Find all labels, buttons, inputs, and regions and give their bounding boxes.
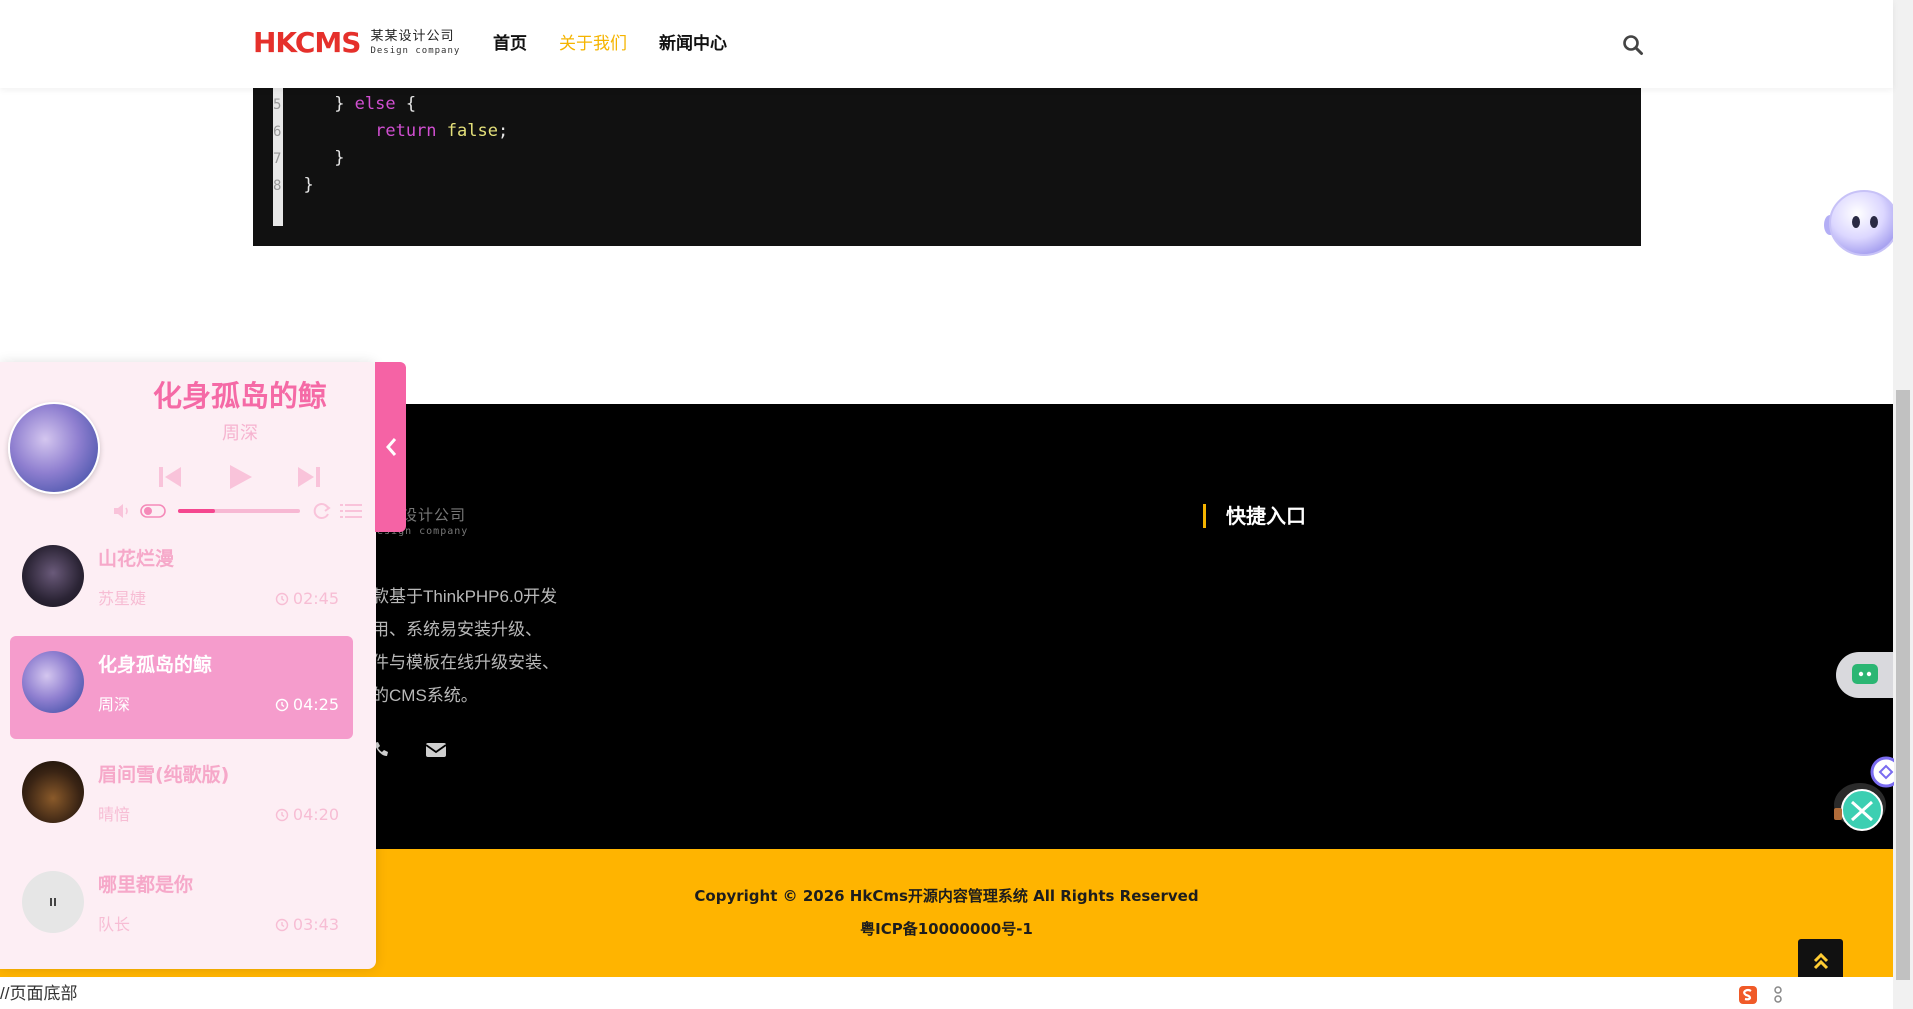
repeat-icon[interactable] bbox=[312, 502, 332, 520]
playlist-song-artist: 晴愔 bbox=[98, 805, 131, 824]
playlist-item[interactable]: 山花烂漫 苏星婕 02:45 bbox=[10, 530, 353, 633]
volume-toggle-icon[interactable] bbox=[140, 504, 166, 518]
clock-icon bbox=[275, 808, 289, 822]
playlist-song-title: 哪里都是你 bbox=[98, 874, 194, 896]
playlist-song-duration: 03:43 bbox=[275, 914, 339, 936]
progress-fill bbox=[178, 509, 215, 513]
code-line: 8 } bbox=[273, 174, 314, 197]
side-chat-widget[interactable] bbox=[1836, 652, 1893, 698]
nav-item-news[interactable]: 新闻中心 bbox=[659, 32, 727, 56]
duration-text: 04:25 bbox=[292, 695, 339, 714]
playlist-cover bbox=[22, 545, 84, 607]
ime-sogou-icon[interactable] bbox=[1738, 985, 1758, 1005]
nav-item-home[interactable]: 首页 bbox=[493, 32, 527, 56]
code-token: } bbox=[334, 148, 345, 168]
pause-icon bbox=[50, 898, 56, 906]
playlist-song-title: 眉间雪(纯歌版) bbox=[98, 764, 230, 786]
code-token: } bbox=[334, 94, 355, 114]
duration-text: 02:45 bbox=[292, 589, 339, 608]
logo-company-name: 某某设计公司 bbox=[370, 29, 455, 44]
nav-item-about[interactable]: 关于我们 bbox=[559, 32, 627, 56]
code-line: 7 } bbox=[273, 147, 344, 170]
player-progress-row bbox=[112, 500, 366, 522]
playlist-song-artist: 苏星婕 bbox=[98, 589, 147, 608]
clock-icon bbox=[275, 592, 289, 606]
chevron-left-icon bbox=[385, 438, 396, 456]
playlist-song-duration: 02:45 bbox=[275, 588, 339, 610]
ime-menu-icon[interactable] bbox=[1772, 985, 1784, 1005]
playlist-item[interactable]: 哪里都是你 队长 03:43 bbox=[10, 856, 353, 959]
double-chevron-up-icon bbox=[1813, 952, 1828, 969]
logo-company-en: Design company bbox=[370, 46, 461, 56]
chat-bubble-icon bbox=[1852, 664, 1878, 684]
playlist-item-active[interactable]: 化身孤岛的鲸 周深 04:25 bbox=[10, 636, 353, 739]
quick-links-title: 快捷入口 bbox=[1203, 504, 1306, 528]
search-icon[interactable] bbox=[1622, 34, 1644, 56]
code-token: return bbox=[375, 121, 437, 141]
code-token: ; bbox=[497, 121, 509, 141]
playlist-cover bbox=[22, 761, 84, 823]
volume-icon[interactable] bbox=[112, 502, 132, 520]
line-number: 8 bbox=[273, 178, 282, 194]
clock-icon bbox=[275, 698, 289, 712]
mail-icon[interactable] bbox=[425, 741, 447, 759]
playlist-song-artist: 队长 bbox=[98, 915, 131, 934]
clock-icon bbox=[275, 918, 289, 932]
site-logo[interactable]: HKCMS 某某设计公司 Design company bbox=[253, 28, 460, 58]
music-player: 化身孤岛的鲸 周深 山花烂漫 苏星婕 02:45 化身孤岛的鲸 周深 04:25… bbox=[0, 362, 376, 969]
code-line: 6 return false; bbox=[273, 120, 508, 143]
code-token: false bbox=[446, 121, 498, 141]
code-token: { bbox=[395, 94, 417, 114]
playlist-song-artist: 周深 bbox=[98, 695, 131, 714]
album-cover[interactable] bbox=[8, 402, 100, 494]
playlist-menu-icon[interactable] bbox=[340, 503, 362, 519]
playlist-cover bbox=[22, 871, 84, 933]
player-collapse-button[interactable] bbox=[375, 362, 406, 532]
logo-text: 某某设计公司 Design company bbox=[370, 29, 460, 57]
line-number: 7 bbox=[273, 151, 282, 167]
now-playing-title: 化身孤岛的鲸 bbox=[152, 379, 327, 413]
progress-track[interactable] bbox=[178, 509, 300, 513]
main-nav: 首页 关于我们 新闻中心 bbox=[493, 32, 727, 56]
playlist-song-duration: 04:25 bbox=[275, 694, 339, 716]
scrollbar-thumb[interactable] bbox=[1896, 390, 1910, 980]
duration-text: 03:43 bbox=[292, 915, 339, 934]
status-bar bbox=[0, 977, 1893, 1009]
play-icon[interactable] bbox=[226, 462, 254, 492]
playlist-song-title: 化身孤岛的鲸 bbox=[98, 654, 213, 676]
previous-track-icon[interactable] bbox=[157, 462, 183, 492]
line-number: 6 bbox=[273, 124, 282, 140]
playlist-song-duration: 04:20 bbox=[275, 804, 339, 826]
logo-mark: HKCMS bbox=[253, 26, 361, 59]
duration-text: 04:20 bbox=[292, 805, 339, 824]
code-token: } bbox=[303, 175, 314, 195]
playlist-song-title: 山花烂漫 bbox=[98, 548, 175, 570]
code-line: 5 } else { bbox=[273, 93, 416, 116]
now-playing-artist: 周深 bbox=[222, 423, 258, 444]
status-text: //页面底部 bbox=[0, 984, 78, 1003]
playlist-cover bbox=[22, 651, 84, 713]
site-header: HKCMS 某某设计公司 Design company 首页 关于我们 新闻中心 bbox=[0, 0, 1893, 88]
playlist-item[interactable]: 眉间雪(纯歌版) 晴愔 04:20 bbox=[10, 746, 353, 849]
pet-assistant-icon[interactable] bbox=[1832, 750, 1894, 840]
page: HKCMS 某某设计公司 Design company 首页 关于我们 新闻中心… bbox=[0, 0, 1913, 1009]
next-track-icon[interactable] bbox=[296, 462, 322, 492]
line-number: 5 bbox=[273, 97, 282, 113]
code-token: else bbox=[354, 94, 396, 114]
code-block: 5 } else {6 return false; 7 } 8 } bbox=[253, 88, 1641, 246]
